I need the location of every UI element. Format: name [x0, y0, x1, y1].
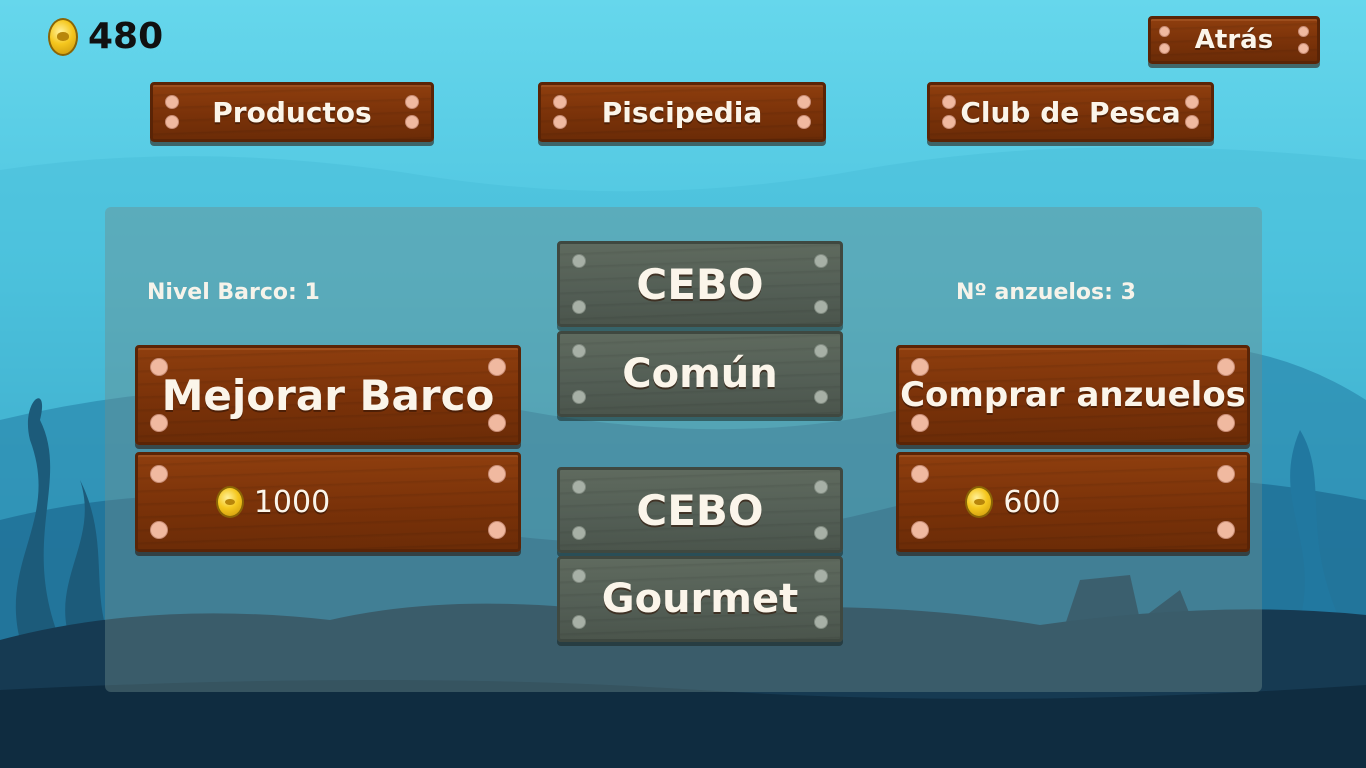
nail: [165, 95, 179, 109]
nail: [1159, 26, 1170, 37]
tab-label: Club de Pesca: [960, 95, 1181, 129]
nail: [814, 390, 828, 404]
coin-counter: 480: [48, 16, 163, 57]
upgrade-boat-price-value: 1000: [253, 484, 331, 520]
nail: [150, 414, 168, 432]
nail: [572, 526, 586, 540]
nail: [814, 480, 828, 494]
gold-coin-icon: [965, 486, 994, 518]
nail: [1298, 43, 1309, 54]
upgrade-boat-label: Mejorar Barco: [161, 370, 495, 420]
tab-piscipedia[interactable]: Piscipedia: [538, 82, 826, 142]
nail: [814, 526, 828, 540]
tab-productos[interactable]: Productos: [150, 82, 434, 142]
nail: [1217, 521, 1235, 539]
nail: [1217, 358, 1235, 376]
upgrade-boat-button[interactable]: Mejorar Barco: [135, 345, 521, 445]
nail: [911, 521, 929, 539]
nail: [165, 115, 179, 129]
nail: [150, 465, 168, 483]
nail: [488, 414, 506, 432]
gold-coin-icon: [215, 486, 244, 518]
nail: [911, 465, 929, 483]
bait-gourmet-button[interactable]: Gourmet: [557, 556, 843, 642]
buy-hooks-price[interactable]: 600: [896, 452, 1250, 552]
nail: [814, 569, 828, 583]
nail: [488, 358, 506, 376]
gold-coin-icon: [48, 17, 78, 56]
bait-common-line2: Común: [622, 351, 778, 397]
back-button[interactable]: Atrás: [1148, 16, 1320, 64]
buy-hooks-price-value: 600: [1003, 484, 1061, 520]
nail: [405, 115, 419, 129]
buy-hooks-label: Comprar anzuelos: [900, 375, 1246, 415]
nail: [814, 615, 828, 629]
nail: [572, 254, 586, 268]
nail: [405, 95, 419, 109]
nail: [150, 521, 168, 539]
nail: [1185, 95, 1199, 109]
nail: [814, 344, 828, 358]
coin-count: 480: [88, 16, 164, 57]
nail: [572, 569, 586, 583]
bait-gourmet-title[interactable]: CEBO: [557, 467, 843, 553]
tab-club-de-pesca[interactable]: Club de Pesca: [927, 82, 1214, 142]
tab-label: Productos: [212, 95, 372, 129]
nail: [150, 358, 168, 376]
bait-gourmet-line1: CEBO: [636, 485, 764, 535]
price-tag: 600: [965, 484, 1061, 520]
bait-common-button[interactable]: Común: [557, 331, 843, 417]
nail: [1217, 465, 1235, 483]
bait-common-title[interactable]: CEBO: [557, 241, 843, 327]
nail: [1298, 26, 1309, 37]
nail: [814, 300, 828, 314]
nail: [572, 480, 586, 494]
bait-gourmet-line2: Gourmet: [601, 576, 799, 622]
nail: [942, 115, 956, 129]
buy-hooks-button[interactable]: Comprar anzuelos: [896, 345, 1250, 445]
price-tag: 1000: [215, 484, 331, 520]
nail: [797, 95, 811, 109]
nail: [572, 390, 586, 404]
nail: [814, 254, 828, 268]
nail: [1159, 43, 1170, 54]
nail: [572, 344, 586, 358]
nail: [572, 615, 586, 629]
back-button-label: Atrás: [1194, 25, 1274, 55]
tab-label: Piscipedia: [601, 95, 763, 129]
nail: [488, 521, 506, 539]
nail: [911, 414, 929, 432]
nail: [553, 95, 567, 109]
nail: [797, 115, 811, 129]
boat-level-label: Nivel Barco: 1: [147, 280, 320, 305]
nail: [488, 465, 506, 483]
nail: [911, 358, 929, 376]
bait-common-line1: CEBO: [636, 259, 764, 309]
hooks-count-label: Nº anzuelos: 3: [956, 280, 1136, 305]
nail: [553, 115, 567, 129]
nail: [572, 300, 586, 314]
nail: [1217, 414, 1235, 432]
nail: [1185, 115, 1199, 129]
upgrade-boat-price[interactable]: 1000: [135, 452, 521, 552]
nail: [942, 95, 956, 109]
